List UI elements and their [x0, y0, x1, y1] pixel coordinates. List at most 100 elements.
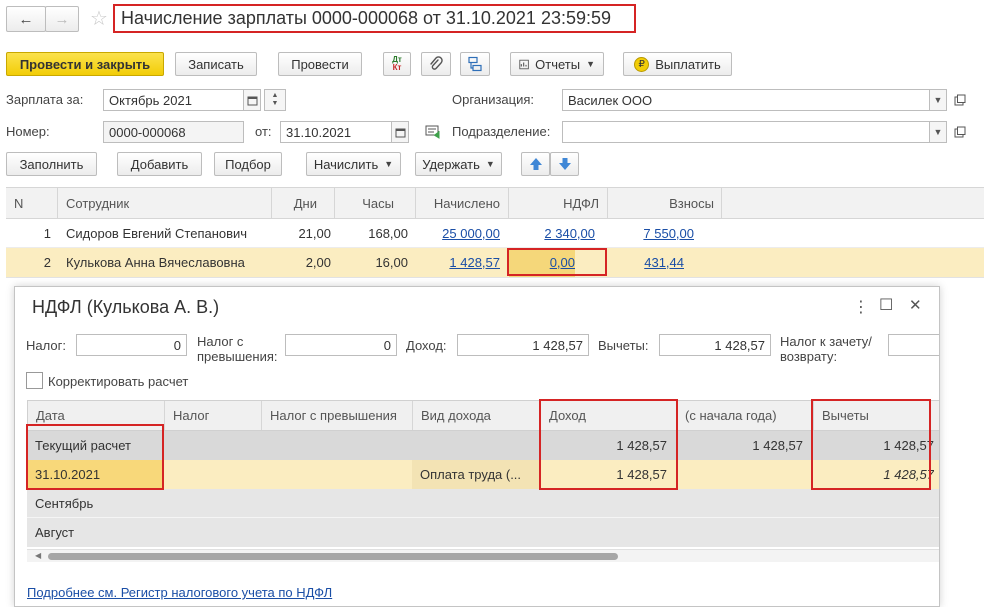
post-button[interactable]: Провести [278, 52, 362, 76]
from-label: от: [255, 124, 272, 139]
comment-icon[interactable] [425, 125, 441, 139]
accrued-link[interactable]: 1 428,57 [416, 248, 500, 277]
ndfl-link[interactable]: 2 340,00 [509, 219, 595, 247]
scroll-left-icon[interactable]: ◀ [35, 551, 41, 560]
withhold-button[interactable]: Удержать ▼ [415, 152, 502, 176]
table-row[interactable]: 1 Сидоров Евгений Степанович 21,00 168,0… [6, 219, 984, 248]
select-button[interactable]: Подбор [214, 152, 282, 176]
date-field[interactable]: 31.10.2021 [280, 121, 392, 143]
spin-down-icon: ▼ [271, 100, 279, 107]
col-ndfl[interactable]: НДФЛ [509, 188, 599, 218]
arrow-up-icon [529, 158, 542, 170]
col-ytd[interactable]: (с начала года) [685, 401, 810, 430]
chevron-down-icon: ▼ [933, 127, 943, 137]
dialog-title: НДФЛ (Кулькова А. В.) [32, 297, 220, 317]
page-title: Начисление зарплаты 0000-000068 от 31.10… [113, 4, 636, 33]
close-icon[interactable]: ✕ [909, 296, 922, 314]
table-row[interactable]: Сентябрь [27, 489, 939, 518]
col-contributions[interactable]: Взносы [608, 188, 714, 218]
arrow-down-icon [558, 158, 571, 170]
add-button[interactable]: Добавить [117, 152, 202, 176]
salary-period-field[interactable]: Октябрь 2021 [103, 89, 244, 111]
structure-button[interactable] [460, 52, 490, 76]
col-excess-tax[interactable]: Налог с превышения [270, 401, 410, 430]
calendar-icon [247, 96, 257, 105]
chevron-down-icon: ▼ [933, 95, 943, 105]
tax-offset-label: Налог к зачету/ возврату: [780, 334, 872, 364]
table-row[interactable]: Текущий расчет 1 428,57 1 428,57 1 428,5… [27, 431, 939, 460]
table-row-selected[interactable]: 31.10.2021 Оплата труда (... 1 428,57 1 … [27, 460, 939, 489]
chevron-down-icon: ▼ [384, 159, 394, 169]
attach-button[interactable] [421, 52, 451, 76]
ndfl-table-header: Дата Налог Налог с превышения Вид дохода… [27, 400, 939, 431]
fill-button[interactable]: Заполнить [6, 152, 97, 176]
ruble-coin-icon: ₽ [634, 56, 650, 72]
deductions-field[interactable]: 1 428,57 [659, 334, 771, 356]
contributions-link[interactable]: 7 550,00 [608, 219, 694, 247]
table-bottom-line [6, 277, 984, 278]
calendar-button[interactable] [243, 89, 261, 111]
star-icon[interactable]: ☆ [90, 6, 108, 31]
scrollbar-thumb[interactable] [48, 553, 618, 560]
col-date[interactable]: Дата [36, 401, 156, 430]
organization-dropdown-button[interactable]: ▼ [929, 89, 947, 111]
table-row-selected[interactable]: 2 Кулькова Анна Вячеславовна 2,00 16,00 … [6, 248, 984, 277]
col-deductions[interactable]: Вычеты [822, 401, 932, 430]
organization-field[interactable]: Василек ООО [562, 89, 930, 111]
paperclip-icon [430, 56, 443, 70]
chevron-down-icon: ▼ [586, 59, 595, 69]
dt-kt-button[interactable]: Дт Кт [383, 52, 411, 76]
division-field[interactable] [562, 121, 930, 143]
arrow-left-icon: ← [18, 10, 34, 28]
excess-tax-field[interactable]: 0 [285, 334, 397, 356]
forward-button[interactable]: → [45, 6, 79, 32]
arrow-right-icon: → [54, 10, 70, 28]
back-button[interactable]: ← [6, 6, 46, 32]
table-row[interactable]: Август [27, 518, 939, 547]
more-options-icon[interactable]: ⋮ [853, 297, 869, 317]
division-label: Подразделение: [452, 124, 551, 139]
reports-button[interactable]: Отчеты ▼ [510, 52, 604, 76]
income-field[interactable]: 1 428,57 [457, 334, 589, 356]
division-dropdown-button[interactable]: ▼ [929, 121, 947, 143]
col-hours[interactable]: Часы [335, 188, 394, 218]
income-label: Доход: [406, 338, 447, 353]
dt-kt-icon: Дт Кт [392, 55, 402, 72]
move-up-button[interactable] [521, 152, 550, 176]
correct-calculation-checkbox[interactable] [26, 372, 43, 389]
horizontal-scrollbar[interactable]: ◀ [27, 549, 939, 562]
col-days[interactable]: Дни [272, 188, 317, 218]
col-tax[interactable]: Налог [173, 401, 253, 430]
number-field[interactable]: 0000-000068 [103, 121, 244, 143]
tax-field[interactable]: 0 [76, 334, 187, 356]
main-table-header: N Сотрудник Дни Часы Начислено НДФЛ Взно… [6, 187, 984, 219]
organization-open-button[interactable] [951, 89, 969, 111]
save-button[interactable]: Записать [175, 52, 257, 76]
accrue-button[interactable]: Начислить ▼ [306, 152, 401, 176]
chevron-down-icon: ▼ [485, 159, 495, 169]
maximize-icon[interactable]: ☐ [879, 295, 893, 315]
date-calendar-button[interactable] [391, 121, 409, 143]
period-spin-button[interactable]: ▲ ▼ [264, 89, 286, 111]
structure-icon [468, 56, 482, 72]
ndfl-register-link[interactable]: Подробнее см. Регистр налогового учета п… [27, 585, 332, 600]
correct-calculation-label: Корректировать расчет [48, 374, 189, 389]
move-down-button[interactable] [550, 152, 579, 176]
col-n[interactable]: N [14, 188, 54, 218]
contributions-link[interactable]: 431,44 [608, 248, 684, 277]
deductions-label: Вычеты: [598, 338, 649, 353]
col-accrued[interactable]: Начислено [416, 188, 500, 218]
division-open-button[interactable] [951, 121, 969, 143]
ndfl-link[interactable]: 0,00 [509, 248, 575, 277]
accrued-link[interactable]: 25 000,00 [416, 219, 500, 247]
col-income-kind[interactable]: Вид дохода [421, 401, 536, 430]
pay-button[interactable]: ₽ Выплатить [623, 52, 732, 76]
number-label: Номер: [6, 124, 50, 139]
col-income[interactable]: Доход [549, 401, 669, 430]
col-employee[interactable]: Сотрудник [66, 188, 266, 218]
tax-offset-field[interactable] [888, 334, 939, 356]
salary-for-label: Зарплата за: [6, 92, 84, 107]
organization-label: Организация: [452, 92, 535, 107]
post-and-close-button[interactable]: Провести и закрыть [6, 52, 164, 76]
open-in-window-icon [954, 94, 966, 106]
